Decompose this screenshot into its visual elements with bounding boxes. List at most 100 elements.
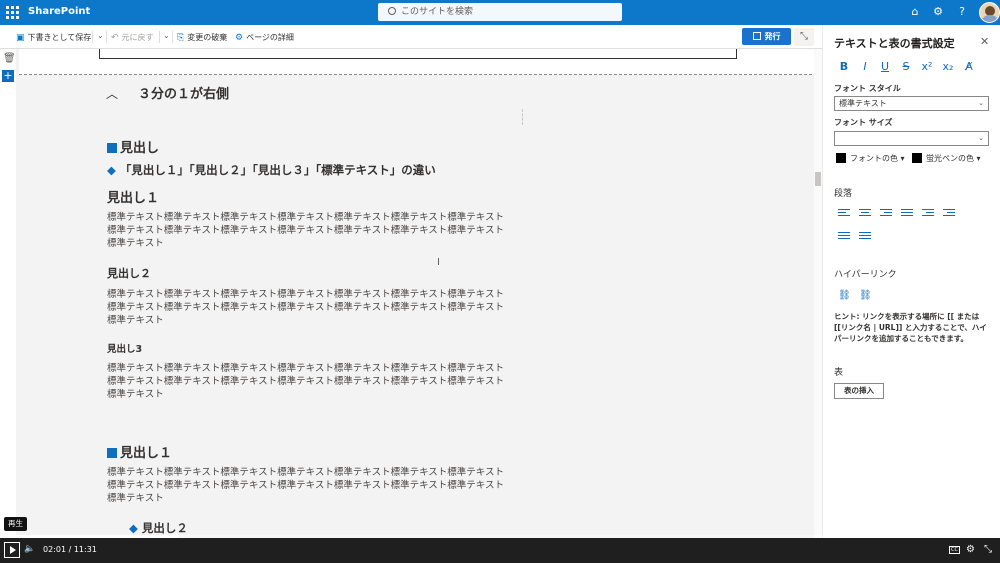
font-style-label: フォント スタイル [834, 84, 901, 93]
search-icon [388, 7, 396, 15]
chevron-down-icon: ⌄ [978, 99, 984, 107]
collapse-icon[interactable]: ⤡ [794, 28, 814, 46]
chevron-down-icon: ⌄ [978, 134, 984, 142]
link-icon[interactable]: ⛓ [838, 290, 851, 301]
publish-button[interactable]: 発行 [742, 28, 791, 45]
paragraph-heading: 段落 [834, 189, 853, 199]
volume-icon[interactable]: 🔈 [24, 544, 35, 554]
body-text[interactable]: 標準テキスト標準テキスト標準テキスト標準テキスト標準テキスト標準テキスト標準テキ… [107, 466, 507, 505]
strikethrough-icon[interactable]: S [899, 60, 913, 74]
heading-main-text: 見出し [120, 141, 160, 156]
font-color-swatch [836, 153, 846, 163]
heading-2[interactable]: 見出し２ [107, 265, 151, 281]
heading-1-second[interactable]: 見出し１ [107, 442, 172, 461]
numbered-list-icon[interactable] [859, 232, 871, 242]
bold-icon[interactable]: B [837, 60, 851, 74]
outdent-icon[interactable] [922, 209, 934, 219]
publish-label: 発行 [764, 32, 781, 41]
heading-diff[interactable]: ◆ 「見出し１」「見出し２」「見出し３」「標準テキスト」の違い [107, 162, 436, 178]
play-icon[interactable] [4, 542, 20, 558]
align-right-icon[interactable] [880, 209, 892, 219]
scrollbar-thumb[interactable] [815, 172, 821, 186]
save-draft-button[interactable]: ▣ 下書きとして保存 [16, 32, 91, 43]
clear-format-icon[interactable]: A̸ [962, 60, 976, 74]
chevron-down-icon[interactable]: ⌄ [97, 31, 104, 40]
search-placeholder: このサイトを検索 [401, 7, 474, 17]
captions-icon[interactable]: CC [949, 546, 960, 554]
save-icon: ▣ [16, 33, 25, 43]
gear-icon: ⚙ [235, 33, 244, 43]
divider [92, 31, 93, 43]
divider [159, 31, 160, 43]
align-left-icon[interactable] [838, 209, 850, 219]
app-launcher-icon[interactable] [6, 6, 19, 19]
current-time: 02:01 [43, 545, 67, 554]
total-time: 11:31 [73, 545, 97, 554]
time-display: 02:01 / 11:31 [43, 545, 97, 554]
caret-down-icon: ▾ [900, 154, 905, 163]
search-box[interactable]: このサイトを検索 [378, 3, 622, 21]
heading-2-second[interactable]: ◆ 見出し２ [129, 520, 188, 536]
page-details-label: ページの詳細 [246, 33, 294, 42]
settings-icon[interactable]: ⚙ [966, 544, 975, 555]
bullet-list-icon[interactable] [838, 232, 850, 242]
help-icon[interactable]: ? [955, 5, 969, 19]
page-canvas: ︿ ３分の１が右側 見出し ◆ 「見出し１」「見出し２」「見出し３」「標準テキスト… [16, 49, 814, 538]
video-controls: 🔈 02:01 / 11:31 CC ⚙ ⤡ [0, 538, 1000, 563]
play-tooltip: 再生 [4, 517, 27, 531]
exit-fullscreen-icon[interactable]: ⤡ [984, 544, 992, 555]
underline-icon[interactable]: U [878, 60, 892, 74]
diamond-icon: ◆ [129, 521, 138, 535]
previous-webpart [99, 49, 737, 59]
diamond-icon: ◆ [107, 163, 116, 177]
left-rail: 🗑 + [0, 49, 16, 538]
page-details-button[interactable]: ⚙ ページの詳細 [235, 32, 294, 43]
chevron-up-icon[interactable]: ︿ [106, 85, 118, 102]
chevron-down-icon[interactable]: ⌄ [163, 31, 170, 40]
add-section-button[interactable]: + [2, 70, 14, 82]
indent-icon[interactable] [943, 209, 955, 219]
previous-section [19, 49, 814, 75]
megaphone-icon[interactable]: ⌂ [908, 5, 922, 19]
align-center-icon[interactable] [859, 209, 871, 219]
close-icon[interactable]: ✕ [980, 35, 989, 48]
heading-1-second-text: 見出し１ [120, 446, 173, 461]
subscript-icon[interactable]: x₂ [941, 60, 955, 74]
discard-icon: ⎘ [177, 33, 185, 43]
hyperlink-heading: ハイパーリンク [834, 270, 897, 280]
font-style-select[interactable]: 標準テキスト ⌄ [834, 96, 989, 111]
heading-3[interactable]: 見出し3 [107, 341, 142, 355]
font-color-label: フォントの色 [850, 154, 898, 163]
table-heading: 表 [834, 368, 844, 378]
body-text[interactable]: 標準テキスト標準テキスト標準テキスト標準テキスト標準テキスト標準テキスト標準テキ… [107, 288, 507, 327]
trash-icon[interactable]: 🗑 [3, 53, 16, 64]
undo-label: 元に戻す [121, 33, 154, 42]
insert-table-button[interactable]: 表の挿入 [834, 383, 884, 399]
pane-title: テキストと表の書式設定 [834, 37, 955, 50]
body-text[interactable]: 標準テキスト標準テキスト標準テキスト標準テキスト標準テキスト標準テキスト標準テキ… [107, 362, 507, 401]
brand-name[interactable]: SharePoint [28, 6, 90, 17]
font-size-label: フォント サイズ [834, 118, 893, 127]
font-style-value: 標準テキスト [839, 99, 887, 108]
font-color-picker[interactable]: フォントの色 ▾ [836, 153, 905, 164]
heading-1[interactable]: 見出し１ [107, 187, 159, 206]
square-icon [107, 143, 117, 153]
italic-icon[interactable]: I [858, 60, 872, 74]
justify-icon[interactable] [901, 209, 913, 219]
font-size-select[interactable]: ⌄ [834, 131, 989, 146]
gear-icon[interactable]: ⚙ [931, 5, 945, 19]
publish-icon [752, 32, 761, 40]
discard-button[interactable]: ⎘ 変更の破棄 [177, 32, 227, 43]
undo-button[interactable]: ↶ 元に戻す [111, 32, 154, 43]
caret-down-icon: ▾ [976, 154, 981, 163]
heading-diff-text: 「見出し１」「見出し２」「見出し３」「標準テキスト」の違い [119, 163, 436, 177]
avatar[interactable] [979, 2, 1000, 23]
superscript-icon[interactable]: x² [920, 60, 934, 74]
unlink-icon[interactable]: ⛓ [859, 290, 872, 301]
square-icon [107, 448, 117, 458]
highlight-color-picker[interactable]: 蛍光ペンの色 ▾ [912, 153, 981, 164]
heading-main[interactable]: 見出し [107, 137, 159, 156]
scrollbar[interactable] [814, 49, 822, 538]
body-text[interactable]: 標準テキスト標準テキスト標準テキスト標準テキスト標準テキスト標準テキスト標準テキ… [107, 211, 507, 250]
heading-2-second-text: 見出し２ [141, 521, 188, 535]
